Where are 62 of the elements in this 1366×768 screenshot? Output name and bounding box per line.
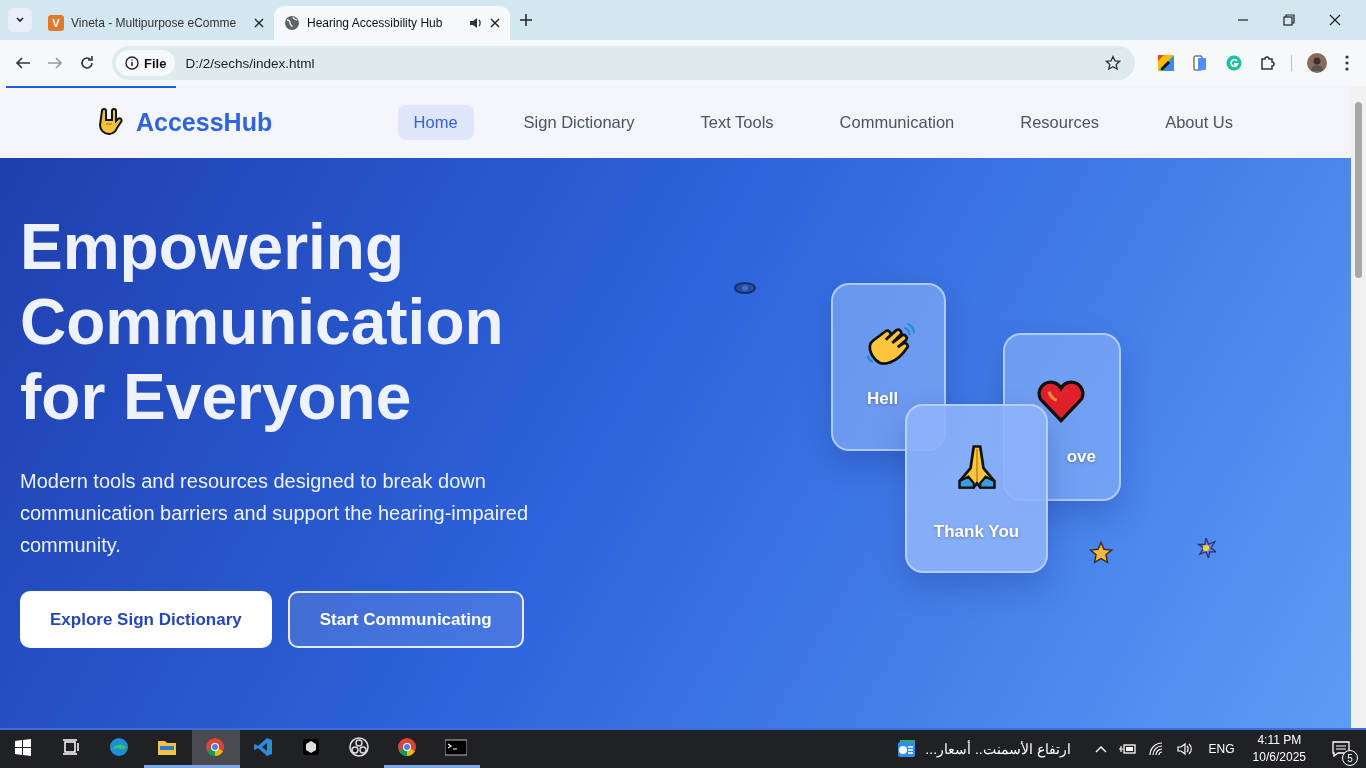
favicon: V xyxy=(48,15,64,31)
language-indicator[interactable]: ENG xyxy=(1208,742,1235,756)
nav-link[interactable]: About Us xyxy=(1149,104,1249,140)
nav-link[interactable]: Sign Dictionary xyxy=(507,104,651,140)
explore-button[interactable]: Explore Sign Dictionary xyxy=(20,591,272,648)
notifications-button[interactable]: 5 xyxy=(1324,731,1358,767)
url-text: D:/2/sechs/index.html xyxy=(185,55,315,71)
eyedropper-icon[interactable] xyxy=(1158,55,1174,71)
info-icon xyxy=(125,56,139,70)
phone-icon[interactable] xyxy=(1192,55,1208,71)
card-label: ove xyxy=(1066,447,1096,467)
restore-icon[interactable] xyxy=(1283,14,1295,26)
clock[interactable]: 4:11 PM 10/6/2025 xyxy=(1252,732,1306,766)
address-bar[interactable]: File D:/2/sechs/index.html xyxy=(112,46,1135,80)
forward-arrow-icon[interactable] xyxy=(47,55,63,71)
close-icon[interactable] xyxy=(490,18,500,28)
star-icon xyxy=(1089,541,1113,565)
chrome-icon xyxy=(397,736,419,759)
obs-icon xyxy=(349,736,371,759)
card-label: Thank You xyxy=(933,522,1020,542)
start-button[interactable]: Start Communicating xyxy=(287,591,524,648)
menu-icon[interactable] xyxy=(1345,55,1349,71)
back-arrow-icon[interactable] xyxy=(15,55,31,71)
sparkle-icon xyxy=(1196,538,1216,558)
chevron-down-icon xyxy=(15,15,25,25)
nav-link[interactable]: Home xyxy=(397,104,474,140)
battery-icon[interactable] xyxy=(1118,743,1137,755)
notification-count: 5 xyxy=(1342,750,1358,766)
speaker-icon[interactable] xyxy=(469,16,483,30)
close-icon[interactable] xyxy=(254,18,264,28)
nav-link[interactable]: Text Tools xyxy=(684,104,790,140)
site-info-chip[interactable]: File xyxy=(116,50,176,76)
edge-icon xyxy=(109,736,131,759)
terminal-icon xyxy=(445,736,467,759)
wifi-icon[interactable] xyxy=(1148,742,1165,756)
hero-subtitle: Modern tools and resources designed to break down communication barriers and support the hearing-impaired community. xyxy=(20,469,530,558)
browser-tab[interactable]: Hearing Accessibility Hub xyxy=(274,6,510,40)
globe-icon xyxy=(284,15,300,31)
chevron-up-icon[interactable] xyxy=(1094,745,1107,753)
puzzle-icon[interactable] xyxy=(1260,55,1276,71)
tab-title: Vineta - Multipurpose eComme xyxy=(71,16,238,30)
nav-link[interactable]: Resources xyxy=(1004,104,1116,140)
scrollbar[interactable] xyxy=(1351,86,1366,728)
card-label: Hell xyxy=(867,389,899,409)
code-editor-icon xyxy=(253,736,275,759)
nav-link[interactable]: Communication xyxy=(823,104,971,140)
brand-name[interactable]: AccessHub xyxy=(136,107,273,137)
browser-tab[interactable]: V Vineta - Multipurpose eComme xyxy=(38,6,274,40)
chrome-icon xyxy=(205,736,227,759)
news-widget[interactable]: ارتفاع الأسمنت.. أسعار... xyxy=(895,739,1071,759)
tab-title: Hearing Accessibility Hub xyxy=(307,16,444,30)
news-icon xyxy=(895,739,918,759)
plus-icon[interactable] xyxy=(520,14,532,26)
close-icon[interactable] xyxy=(1329,14,1341,26)
hand-sign-icon[interactable] xyxy=(96,107,124,137)
tab-list-button[interactable] xyxy=(8,8,32,32)
reload-icon[interactable] xyxy=(79,55,95,71)
star-icon[interactable] xyxy=(1105,55,1121,71)
avatar-icon[interactable] xyxy=(1307,53,1327,73)
planet-icon xyxy=(733,281,757,295)
volume-icon[interactable] xyxy=(1176,742,1193,756)
hero-heading: Empowering Communication for Everyone xyxy=(20,210,505,435)
